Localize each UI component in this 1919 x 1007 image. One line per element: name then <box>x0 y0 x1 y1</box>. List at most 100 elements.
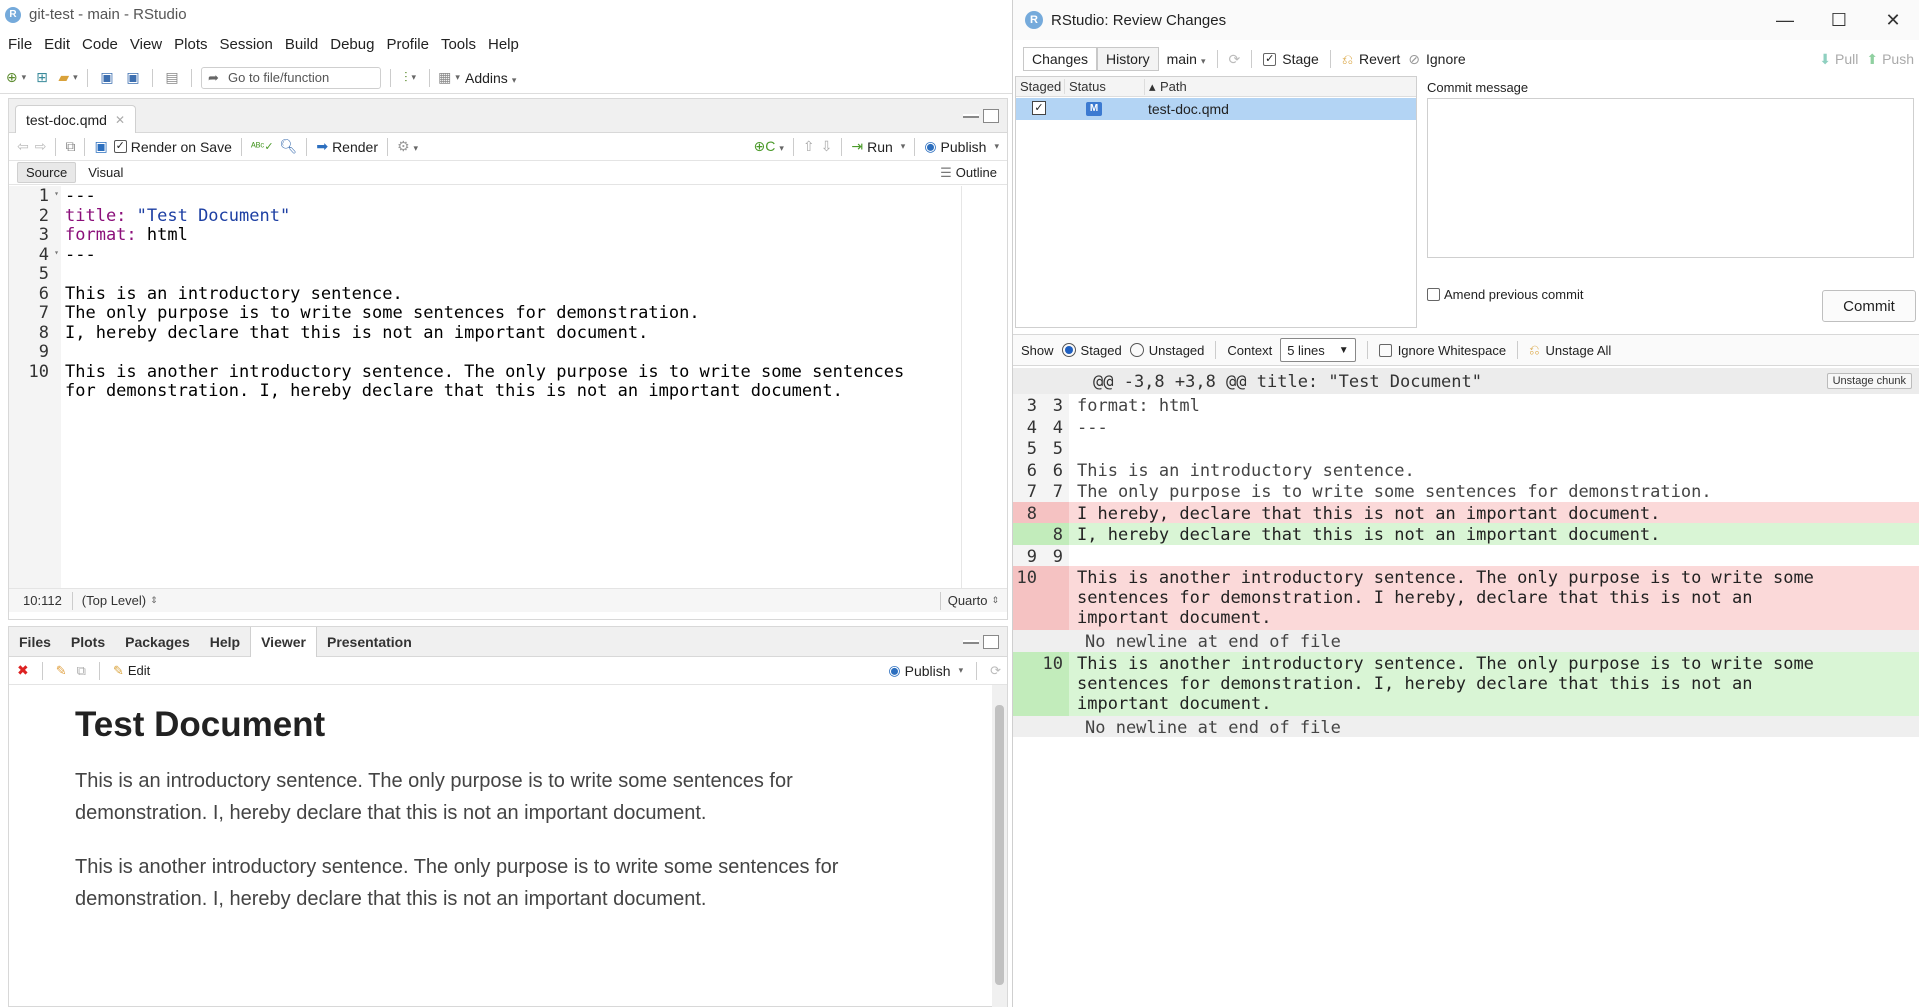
staged-checkbox[interactable]: ✓ <box>1032 101 1046 115</box>
scrollbar-thumb[interactable] <box>995 705 1004 985</box>
forward-icon[interactable]: ⇨ <box>35 138 47 155</box>
tab-plots[interactable]: Plots <box>61 627 115 657</box>
unstaged-radio[interactable]: Unstaged <box>1129 343 1204 358</box>
render-options-gear-icon[interactable]: ⚙ <box>397 138 418 155</box>
diff-line-context[interactable]: 7 7 The only purpose is to write some se… <box>1013 480 1919 502</box>
amend-commit-checkbox[interactable]: Amend previous commit <box>1427 287 1583 302</box>
menu-session[interactable]: Session <box>220 36 281 53</box>
diff-line-context[interactable]: 9 9 <box>1013 544 1919 567</box>
clear-broom-icon[interactable]: ✎ <box>56 663 67 679</box>
render-on-save-checkbox[interactable]: ✓ Render on Save <box>113 139 232 155</box>
open-file-icon[interactable]: ▰ <box>58 68 78 88</box>
stage-button[interactable]: ✓ Stage <box>1263 51 1319 67</box>
workspace-panes-icon[interactable]: ▦ <box>438 68 459 88</box>
menu-tools[interactable]: Tools <box>441 36 484 53</box>
close-window-icon[interactable]: ✕ <box>1866 0 1919 40</box>
push-button[interactable]: ⬆ Push <box>1866 51 1914 68</box>
commit-message-input[interactable] <box>1427 98 1914 258</box>
new-project-icon[interactable]: ⊞ <box>32 68 52 88</box>
diff-line-context[interactable]: 4 4 --- <box>1013 415 1919 438</box>
diff-line-context[interactable]: 6 6 This is an introductory sentence. <box>1013 458 1919 481</box>
table-row[interactable]: ✓ M test-doc.qmd <box>1016 98 1416 120</box>
refresh-icon[interactable]: ⟳ <box>990 663 1001 679</box>
diff-line-added[interactable]: 10 This is another introductory sentence… <box>1013 651 1919 716</box>
minimize-pane-icon[interactable] <box>963 114 979 118</box>
tab-help[interactable]: Help <box>200 627 250 657</box>
save-doc-icon[interactable]: ▣ <box>94 138 107 155</box>
new-file-icon[interactable]: ⊕ <box>6 68 26 88</box>
viewer-publish-button[interactable]: ◉ Publish <box>888 662 963 679</box>
menu-file[interactable]: File <box>8 36 40 53</box>
tab-files[interactable]: Files <box>9 627 61 657</box>
commit-button[interactable]: Commit <box>1822 290 1916 322</box>
close-tab-icon[interactable]: ✕ <box>115 113 125 127</box>
menu-edit[interactable]: Edit <box>44 36 78 53</box>
maximize-window-icon[interactable]: ☐ <box>1812 0 1866 40</box>
next-chunk-icon[interactable]: ⇩ <box>821 138 833 155</box>
run-button[interactable]: ⇥ Run <box>851 138 905 155</box>
minimize-pane-icon[interactable] <box>963 639 979 644</box>
menu-plots[interactable]: Plots <box>174 36 215 53</box>
remove-viewer-icon[interactable]: ✖ <box>17 662 29 679</box>
pull-button[interactable]: ⬇ Pull <box>1819 51 1858 68</box>
insert-chunk-icon[interactable]: ⊕C <box>754 138 784 155</box>
minimize-window-icon[interactable]: — <box>1758 0 1812 40</box>
maximize-pane-icon[interactable] <box>983 109 999 123</box>
addins-menu[interactable]: Addins <box>465 70 516 86</box>
menu-code[interactable]: Code <box>82 36 126 53</box>
tab-packages[interactable]: Packages <box>115 627 200 657</box>
show-in-window-icon[interactable]: ⧉ <box>77 663 86 679</box>
spellcheck-icon[interactable]: ᴬᴮᶜ✓ <box>251 140 274 153</box>
staged-radio[interactable]: Staged <box>1061 343 1122 358</box>
save-all-icon[interactable]: ▣ <box>123 68 143 88</box>
goto-file-function-input[interactable]: ➦ Go to file/function <box>201 66 381 89</box>
edit-button[interactable]: ✎ Edit <box>113 663 150 679</box>
menu-help[interactable]: Help <box>488 36 527 53</box>
code-editor[interactable]: 1 2 3 4 5 6 7 8 9 10 --- title: "Test Do… <box>9 186 1007 588</box>
refresh-icon[interactable]: ⟳ <box>1229 51 1241 68</box>
find-replace-icon[interactable]: 🔍︎ <box>280 138 298 155</box>
publish-label: Publish <box>940 138 987 155</box>
save-icon[interactable]: ▣ <box>97 68 117 88</box>
maximize-pane-icon[interactable] <box>983 634 999 649</box>
history-tab[interactable]: History <box>1097 47 1159 71</box>
col-path-sort-icon[interactable]: ▴ <box>1144 79 1156 95</box>
render-button[interactable]: ➡ Render <box>316 138 378 155</box>
source-mode-button[interactable]: Source <box>17 162 77 183</box>
diff-line-context[interactable]: 3 3 format: html <box>1013 394 1919 416</box>
publish-button[interactable]: ◉ Publish <box>924 138 999 155</box>
col-path[interactable]: Path <box>1160 79 1187 94</box>
menu-profile[interactable]: Profile <box>386 36 437 53</box>
tab-presentation[interactable]: Presentation <box>317 627 422 657</box>
col-staged[interactable]: Staged <box>1020 79 1061 94</box>
doc-tab-test-doc[interactable]: test-doc.qmd ✕ <box>15 105 136 133</box>
branch-selector[interactable]: main <box>1167 51 1206 67</box>
outline-button[interactable]: ☰ Outline <box>940 165 997 181</box>
unstage-chunk-button[interactable]: Unstage chunk <box>1826 373 1912 389</box>
print-icon[interactable]: ▤ <box>162 68 182 88</box>
diff-line-added[interactable]: 8 I, hereby declare that this is not an … <box>1013 523 1919 545</box>
revert-button[interactable]: ⎌ Revert <box>1342 51 1400 68</box>
file-type-selector[interactable]: Quarto <box>948 593 988 608</box>
ignore-whitespace-checkbox[interactable]: Ignore Whitespace <box>1378 343 1506 358</box>
ignore-icon: ⊘ <box>1408 50 1420 67</box>
col-status[interactable]: Status <box>1064 79 1106 94</box>
diff-line-deleted[interactable]: 8 I hereby, declare that this is not an … <box>1013 501 1919 524</box>
menu-debug[interactable]: Debug <box>330 36 382 53</box>
show-in-window-icon[interactable]: ⧉ <box>65 138 75 155</box>
changes-tab[interactable]: Changes <box>1023 47 1098 71</box>
previous-chunk-icon[interactable]: ⇧ <box>803 138 815 155</box>
menu-build[interactable]: Build <box>285 36 326 53</box>
scope-selector[interactable]: (Top Level) <box>82 593 146 608</box>
context-lines-select[interactable]: 5 lines ▼ <box>1280 338 1356 362</box>
version-control-icon[interactable]: ⫶ <box>400 68 420 88</box>
diff-line-context[interactable]: 5 5 <box>1013 437 1919 459</box>
unstage-all-button[interactable]: ⎌ Unstage All <box>1529 342 1611 358</box>
ignore-button[interactable]: ⊘ Ignore <box>1408 51 1465 68</box>
back-icon[interactable]: ⇦ <box>17 138 29 155</box>
viewer-scrollbar[interactable] <box>992 685 1007 1007</box>
menu-view[interactable]: View <box>130 36 170 53</box>
tab-viewer[interactable]: Viewer <box>250 626 317 657</box>
visual-mode-button[interactable]: Visual <box>80 163 131 182</box>
diff-line-deleted[interactable]: 10 This is another introductory sentence… <box>1013 566 1919 630</box>
